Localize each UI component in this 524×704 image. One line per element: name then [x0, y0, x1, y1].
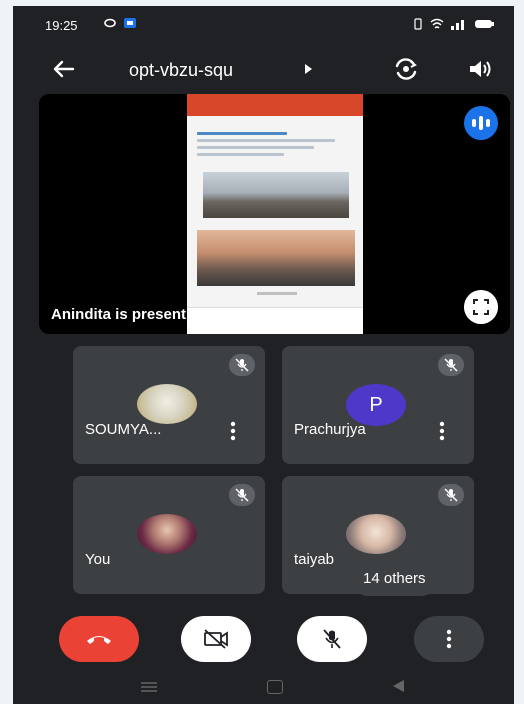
back-arrow-icon[interactable]	[49, 54, 79, 84]
shared-screen	[187, 94, 363, 334]
more-vert-icon[interactable]	[438, 420, 446, 442]
avatar	[346, 514, 406, 554]
call-controls	[13, 606, 514, 666]
mic-off-icon	[229, 354, 255, 376]
mic-toggle-button[interactable]	[297, 616, 367, 662]
audio-level-icon	[464, 106, 498, 140]
end-call-button[interactable]	[59, 616, 139, 662]
nav-back-icon[interactable]	[393, 680, 404, 692]
switch-camera-icon[interactable]	[391, 54, 421, 84]
more-vert-icon	[446, 629, 452, 649]
more-vert-icon[interactable]	[229, 420, 237, 442]
presenting-label: Anindita is presenting	[51, 306, 209, 323]
mic-off-icon	[438, 484, 464, 506]
participant-name: taiyab	[294, 551, 335, 568]
participant-name: You	[85, 551, 111, 568]
more-options-button[interactable]	[414, 616, 484, 662]
avatar	[137, 514, 197, 554]
phone-screen: 19:25 opt-vbzu-squ Anindita is presentin…	[13, 6, 514, 704]
battery-icon	[475, 20, 494, 28]
notification-ring-icon	[104, 18, 116, 28]
signal-icon	[451, 20, 464, 30]
video-toggle-button[interactable]	[181, 616, 251, 662]
participant-name: SOUMYA...	[85, 421, 162, 438]
shared-document-text	[197, 128, 347, 160]
end-call-icon	[87, 636, 111, 644]
shared-image-pollution	[203, 172, 349, 218]
shared-caption	[257, 292, 297, 295]
meet-app-icon	[124, 18, 136, 28]
speaker-icon[interactable]	[465, 54, 495, 84]
participant-tile[interactable]: P Prachurjya	[282, 346, 474, 464]
recent-apps-icon[interactable]	[141, 682, 157, 692]
others-badge[interactable]: 14 others	[351, 562, 438, 596]
participant-name: Prachurjya	[294, 421, 366, 438]
status-right-icons	[412, 18, 496, 30]
status-left-icons	[103, 17, 137, 29]
system-nav-bar	[13, 670, 514, 704]
vibrate-icon	[414, 18, 422, 30]
shared-image-factory	[197, 230, 355, 286]
avatar: P	[346, 384, 406, 426]
video-off-icon	[204, 629, 228, 649]
app-bar: opt-vbzu-squ	[13, 46, 514, 92]
participant-tile[interactable]: You	[73, 476, 265, 594]
mic-off-icon	[323, 629, 341, 649]
shared-screen-header	[187, 94, 363, 116]
home-icon[interactable]	[267, 680, 283, 694]
avatar	[137, 384, 197, 424]
mic-off-icon	[438, 354, 464, 376]
mic-off-icon	[229, 484, 255, 506]
fullscreen-icon[interactable]	[464, 290, 498, 324]
status-bar: 19:25	[13, 6, 514, 44]
participant-tile[interactable]: SOUMYA...	[73, 346, 265, 464]
shared-screen-toolbar	[187, 307, 363, 334]
status-time: 19:25	[45, 18, 78, 33]
wifi-icon	[430, 18, 444, 29]
presentation-tile[interactable]: Anindita is presenting	[39, 94, 510, 334]
meeting-code[interactable]: opt-vbzu-squ	[129, 60, 233, 81]
chevron-right-icon[interactable]	[305, 64, 312, 74]
